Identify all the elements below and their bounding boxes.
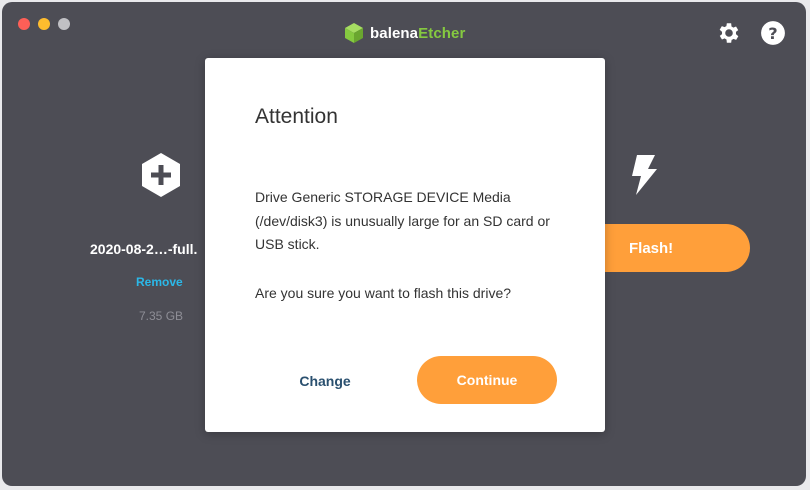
brand-logo: balenaEtcher [344,22,465,44]
attention-dialog: Attention Drive Generic STORAGE DEVICE M… [205,58,605,432]
dialog-message: Drive Generic STORAGE DEVICE Media (/dev… [255,189,550,252]
dialog-question: Are you sure you want to flash this driv… [255,285,512,301]
cube-logo-icon [345,23,363,43]
flash-bolt-icon [632,155,657,195]
minimize-window-button[interactable] [38,18,50,30]
etcher-window: balenaEtcher ? 2020-08-2…-full. Remove 7… [2,2,806,486]
svg-text:?: ? [768,24,777,43]
close-window-button[interactable] [18,18,30,30]
selected-image-name: 2020-08-2…-full. [90,241,198,257]
maximize-window-button[interactable] [58,18,70,30]
remove-image-link[interactable]: Remove [136,275,183,289]
settings-icon[interactable] [716,20,742,46]
image-size: 7.35 GB [139,309,184,323]
continue-button[interactable]: Continue [417,356,557,404]
help-icon[interactable]: ? [760,20,786,46]
brand-name: balenaEtcher [370,24,466,42]
select-image-icon [142,153,180,197]
change-button[interactable]: Change [295,366,355,396]
dialog-title: Attention [255,105,338,128]
